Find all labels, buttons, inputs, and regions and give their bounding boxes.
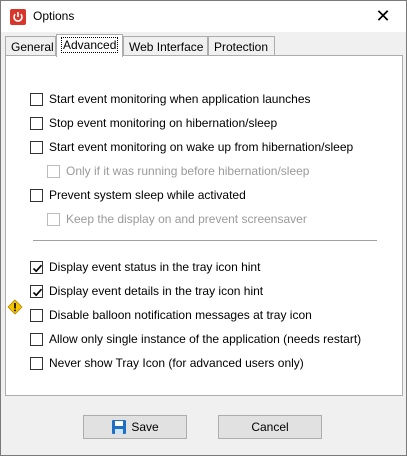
warning-icon (7, 299, 23, 315)
option-label: Keep the display on and prevent screensa… (66, 212, 307, 226)
check-icon (32, 264, 43, 272)
checkbox[interactable] (30, 188, 43, 202)
option-label: Start event monitoring on wake up from h… (49, 140, 354, 154)
checkbox[interactable] (30, 332, 43, 346)
option-prevent-sleep[interactable]: Prevent system sleep while activated (30, 187, 246, 203)
checkbox[interactable] (30, 356, 43, 370)
option-label: Display event status in the tray icon hi… (49, 260, 261, 274)
checkbox[interactable] (30, 140, 43, 154)
save-label: Save (131, 420, 159, 434)
option-label: Disable balloon notification messages at… (49, 308, 312, 322)
tab-web-interface[interactable]: Web Interface (123, 36, 208, 56)
save-icon (112, 420, 127, 434)
option-label: Display event details in the tray icon h… (49, 284, 264, 298)
option-label: Start event monitoring when application … (49, 92, 311, 106)
check-icon (32, 288, 43, 296)
option-start-on-launch[interactable]: Start event monitoring when application … (30, 91, 311, 107)
tab-label: General (11, 40, 54, 54)
option-never-show-tray-icon[interactable]: Never show Tray Icon (for advanced users… (30, 355, 304, 371)
checkbox-disabled (47, 164, 60, 178)
option-display-event-details[interactable]: Display event details in the tray icon h… (30, 283, 263, 299)
title-bar: Options ✕ (1, 1, 406, 32)
option-keep-display-on: Keep the display on and prevent screensa… (47, 211, 307, 227)
checkbox[interactable] (30, 92, 43, 106)
options-window: Options ✕ General Advanced Web Interface… (0, 0, 407, 456)
option-disable-balloon[interactable]: Disable balloon notification messages at… (30, 307, 312, 323)
option-only-if-running: Only if it was running before hibernatio… (47, 163, 309, 179)
cancel-label: Cancel (251, 420, 289, 434)
option-label: Only if it was running before hibernatio… (66, 164, 310, 178)
checkbox[interactable] (30, 308, 43, 322)
tab-label: Protection (214, 40, 269, 54)
checkbox-checked[interactable] (30, 284, 43, 298)
tab-advanced[interactable]: Advanced (56, 34, 123, 57)
option-single-instance[interactable]: Allow only single instance of the applic… (30, 331, 361, 347)
advanced-panel: Start event monitoring when application … (5, 55, 403, 396)
cancel-button[interactable]: Cancel (218, 415, 322, 439)
option-label: Prevent system sleep while activated (49, 188, 246, 202)
option-stop-on-sleep[interactable]: Stop event monitoring on hibernation/sle… (30, 115, 277, 131)
option-label: Allow only single instance of the applic… (49, 332, 362, 346)
tab-general[interactable]: General (5, 36, 56, 56)
tab-label: Advanced (60, 37, 119, 53)
save-button[interactable]: Save (83, 415, 187, 439)
close-icon: ✕ (375, 6, 391, 26)
tab-label: Web Interface (129, 40, 204, 54)
option-label: Stop event monitoring on hibernation/sle… (49, 116, 278, 130)
option-display-event-status[interactable]: Display event status in the tray icon hi… (30, 259, 260, 275)
window-title: Options (33, 9, 75, 23)
separator (33, 240, 377, 242)
close-button[interactable]: ✕ (360, 1, 406, 32)
option-start-on-wake[interactable]: Start event monitoring on wake up from h… (30, 139, 353, 155)
checkbox[interactable] (30, 116, 43, 130)
checkbox-disabled (47, 212, 60, 226)
checkbox-checked[interactable] (30, 260, 43, 274)
tab-protection[interactable]: Protection (208, 36, 275, 56)
option-label: Never show Tray Icon (for advanced users… (49, 356, 304, 370)
tab-strip: General Advanced Web Interface Protectio… (5, 34, 403, 57)
power-icon (10, 9, 26, 25)
